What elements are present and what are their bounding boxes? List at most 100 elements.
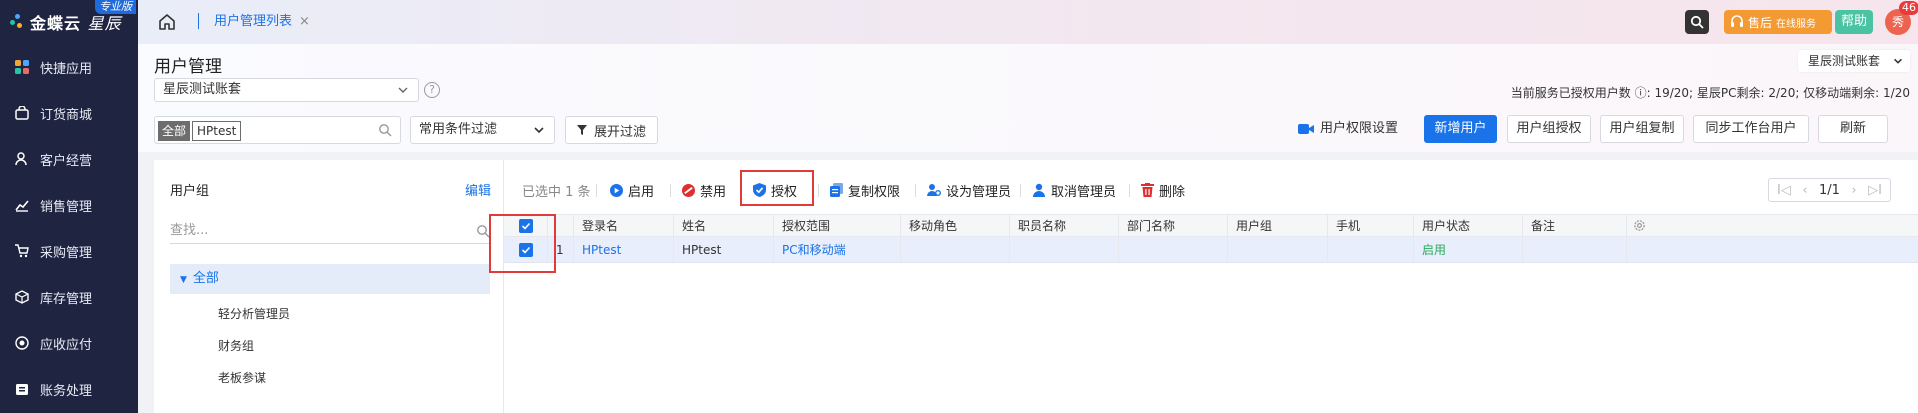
caret-down-icon: ▼ (180, 275, 187, 285)
sidebar-item-customer[interactable]: 客户经营 (0, 136, 138, 182)
play-icon (610, 183, 623, 197)
search-input[interactable]: 全部 HPtest (154, 116, 401, 144)
tree-node-boss-advisor[interactable]: 老板参谋 (218, 369, 266, 386)
cart-icon (14, 243, 30, 259)
toolbar-divider (1129, 184, 1130, 197)
user-group-copy-button[interactable]: 用户组复制 (1600, 115, 1684, 143)
table-row[interactable]: 1 HPtest HPtest PC和移动端 启用 (504, 237, 1918, 263)
search-icon[interactable] (378, 123, 392, 137)
cancel-admin-label: 取消管理员 (1051, 184, 1117, 200)
tree-node-light-analysis-admin[interactable]: 轻分析管理员 (218, 305, 290, 322)
delete-button[interactable]: 删除 (1141, 176, 1185, 204)
column-header-status[interactable]: 用户状态 (1414, 215, 1523, 236)
column-header-phone[interactable]: 手机 (1328, 215, 1414, 236)
after-sales-service-button[interactable]: 售后 在线服务 (1724, 10, 1832, 34)
group-search-input[interactable]: 查找... (170, 218, 490, 244)
search-icon[interactable] (476, 224, 490, 238)
column-header-mobile-role[interactable]: 移动角色 (901, 215, 1010, 236)
user-group-authorize-button[interactable]: 用户组授权 (1507, 115, 1591, 143)
user-table-panel: 已选中 1 条 启用 禁用 授权 复制权限 设为管理员 取消管理员 删除 I◁ … (504, 160, 1918, 413)
sidebar-item-purchase[interactable]: 采购管理 (0, 228, 138, 274)
sidebar-item-inventory[interactable]: 库存管理 (0, 274, 138, 320)
cancel-admin-button[interactable]: 取消管理员 (1032, 176, 1116, 204)
user-permission-settings-label: 用户权限设置 (1320, 121, 1399, 136)
column-header-scope[interactable]: 授权范围 (774, 215, 901, 236)
tree-node-finance-group[interactable]: 财务组 (218, 337, 254, 354)
user-table: 登录名 姓名 授权范围 移动角色 职员名称 部门名称 用户组 手机 用户状态 备… (504, 214, 1918, 263)
expand-filter-label: 展开过滤 (594, 124, 647, 140)
disable-label: 禁用 (700, 184, 727, 200)
sidebar-item-label: 库存管理 (40, 291, 93, 307)
sidebar-item-receivable[interactable]: 应收应付 (0, 320, 138, 366)
page-title: 用户管理 (154, 57, 222, 77)
user-permission-settings-link[interactable]: 用户权限设置 (1298, 115, 1398, 143)
service-sub-label: 在线服务 (1776, 18, 1817, 30)
account-set-select[interactable]: 星辰测试账套 (154, 78, 419, 102)
add-user-button[interactable]: 新增用户 (1424, 115, 1497, 143)
search-value-chip[interactable]: HPtest (192, 121, 242, 141)
sidebar-item-quick-apps[interactable]: 快捷应用 (0, 44, 138, 90)
common-filter-select[interactable]: 常用条件过滤 (410, 116, 555, 144)
cell-scope[interactable]: PC和移动端 (774, 237, 901, 262)
prev-page-button[interactable]: ‹ (1802, 183, 1807, 198)
refresh-button[interactable]: 刷新 (1818, 115, 1888, 143)
account-switcher-label: 星辰测试账套 (1808, 54, 1881, 68)
set-admin-label: 设为管理员 (946, 184, 1012, 200)
table-toolbar: 已选中 1 条 启用 禁用 授权 复制权限 设为管理员 取消管理员 删除 (504, 176, 1918, 204)
edition-badge: 专业版 (95, 0, 136, 14)
column-settings-cell (1627, 215, 1652, 236)
account-set-value: 星辰测试账套 (163, 82, 242, 97)
column-header-department[interactable]: 部门名称 (1119, 215, 1228, 236)
toolbar-divider (818, 184, 819, 197)
gear-icon[interactable] (1633, 219, 1646, 232)
enable-button[interactable]: 启用 (610, 176, 654, 204)
next-page-button[interactable]: › (1851, 183, 1856, 198)
home-icon[interactable] (156, 11, 178, 33)
global-search-button[interactable] (1685, 10, 1709, 34)
column-header-login[interactable]: 登录名 (574, 215, 674, 236)
cell-login[interactable]: HPtest (574, 237, 674, 262)
delete-label: 删除 (1159, 184, 1186, 200)
sidebar-item-order-mall[interactable]: 订货商城 (0, 90, 138, 136)
sidebar-item-label: 订货商城 (40, 107, 93, 123)
edit-group-link[interactable]: 编辑 (465, 180, 491, 199)
user-group-panel: 用户组 编辑 查找... ▼ 全部 轻分析管理员 财务组 老板参谋 (154, 160, 504, 413)
logo[interactable]: 金蝶云 星辰 专业版 (0, 0, 138, 44)
copy-permission-button[interactable]: 复制权限 (830, 176, 900, 204)
column-header-name[interactable]: 姓名 (674, 215, 774, 236)
set-admin-button[interactable]: 设为管理员 (927, 176, 1011, 204)
first-page-button[interactable]: I◁ (1777, 183, 1791, 198)
sidebar-item-sales[interactable]: 销售管理 (0, 182, 138, 228)
sidebar-item-label: 采购管理 (40, 245, 93, 261)
ban-icon (682, 183, 695, 197)
column-header-note[interactable]: 备注 (1523, 215, 1627, 236)
expand-filter-button[interactable]: 展开过滤 (565, 116, 658, 144)
tab-close-icon[interactable]: × (299, 0, 310, 44)
toolbar-divider (915, 184, 916, 197)
account-switcher[interactable]: 星辰测试账套 (1798, 50, 1910, 72)
user-icon (14, 151, 30, 167)
tab-user-management-list[interactable]: 用户管理列表 (214, 0, 292, 44)
column-header-staff[interactable]: 职员名称 (1010, 215, 1119, 236)
top-bar: 用户管理列表 × 售后 在线服务 帮助 秀 46 (138, 0, 1918, 44)
disable-button[interactable]: 禁用 (682, 176, 726, 204)
sync-workbench-users-button[interactable]: 同步工作台用户 (1693, 115, 1809, 143)
toolbar-divider (670, 184, 671, 197)
column-header-group[interactable]: 用户组 (1228, 215, 1328, 236)
last-page-button[interactable]: ▷I (1868, 183, 1882, 198)
user-group-title: 用户组 (170, 184, 210, 199)
common-filter-label: 常用条件过滤 (419, 122, 498, 137)
user-gear-icon (927, 184, 941, 196)
toolbar-divider (596, 184, 597, 197)
tree-node-label: 全部 (192, 271, 219, 286)
table-header: 登录名 姓名 授权范围 移动角色 职员名称 部门名称 用户组 手机 用户状态 备… (504, 214, 1918, 237)
search-scope-chip[interactable]: 全部 (158, 121, 191, 141)
tree-node-all[interactable]: ▼ 全部 (170, 264, 490, 294)
box-icon (14, 289, 30, 305)
help-icon[interactable]: ? (424, 82, 440, 98)
search-icon (1690, 15, 1704, 29)
help-button[interactable]: 帮助 (1835, 10, 1873, 34)
sidebar-item-label: 应收应付 (40, 337, 93, 353)
sidebar-item-accounting[interactable]: 账务处理 (0, 366, 138, 412)
sidebar-item-label: 客户经营 (40, 153, 93, 169)
